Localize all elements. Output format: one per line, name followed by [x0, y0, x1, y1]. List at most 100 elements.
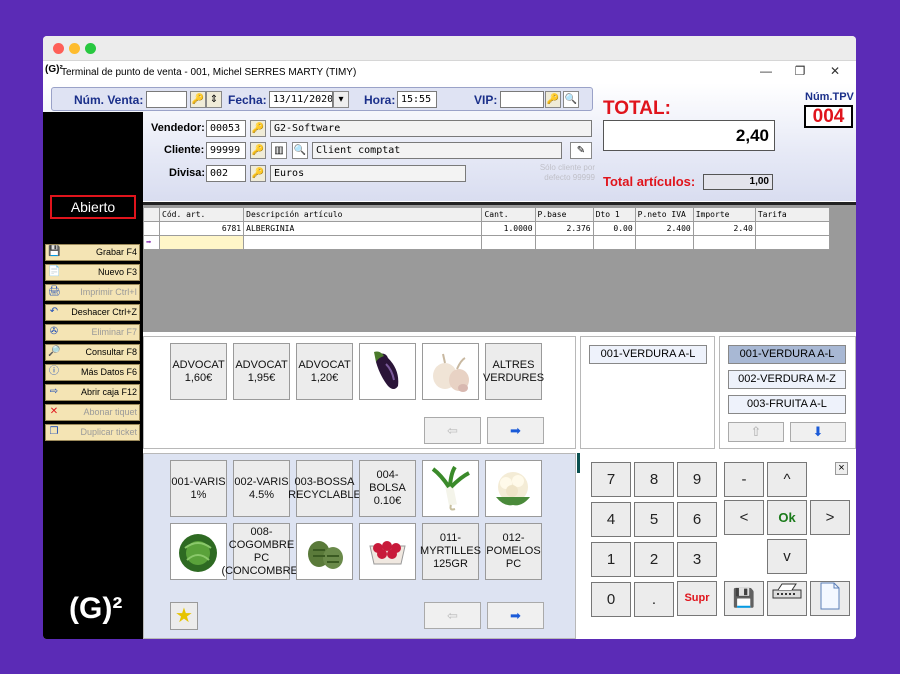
table-cell[interactable]: [754, 221, 831, 236]
edit-pencil-icon[interactable]: ✎: [570, 142, 592, 159]
table-cell[interactable]: [634, 235, 694, 250]
table-row[interactable]: 6781 ALBERGINIA 1.0000 2.376 0.00 2.400 2.40: [142, 221, 831, 236]
right-key[interactable]: >: [810, 500, 850, 535]
family-item[interactable]: 003-FRUITA A-L: [728, 395, 846, 414]
product-button[interactable]: [359, 343, 416, 400]
next-page-button-2[interactable]: ➡: [487, 602, 544, 629]
num-venta-input[interactable]: [146, 91, 187, 108]
sidebar-button-5[interactable]: 🔎 Consultar F8: [45, 344, 140, 361]
selected-family-item[interactable]: 001-VERDURA A-L: [589, 345, 707, 364]
family-item[interactable]: 002-VERDURA M-Z: [728, 370, 846, 389]
prev-page-button[interactable]: ⇦: [424, 417, 481, 444]
maximize-button[interactable]: ❐: [790, 64, 810, 78]
mac-zoom-dot[interactable]: [85, 43, 96, 54]
table-cell[interactable]: 2.40: [692, 221, 756, 236]
table-cell[interactable]: [243, 235, 483, 250]
supr-key[interactable]: Supr: [677, 581, 717, 616]
ok-key[interactable]: Ok: [767, 500, 807, 535]
key-icon[interactable]: 🔑: [250, 120, 266, 137]
table-cell[interactable]: 2.376: [534, 221, 594, 236]
sidebar-button-3[interactable]: ↶ Deshacer Ctrl+Z: [45, 304, 140, 321]
vip-input[interactable]: [500, 91, 544, 108]
sidebar-button-7[interactable]: ⇨ Abrir caja F12: [45, 384, 140, 401]
product-button[interactable]: [170, 523, 227, 580]
favorites-star-icon[interactable]: ★: [170, 602, 198, 630]
product-button[interactable]: ALTRES VERDURES: [483, 343, 544, 400]
product-button[interactable]: [422, 460, 479, 517]
table-cell[interactable]: 1.0000: [481, 221, 536, 236]
sidebar-button-4[interactable]: ✇ Eliminar F7: [45, 324, 140, 341]
column-header[interactable]: Cant.: [481, 207, 536, 222]
next-page-button[interactable]: ➡: [487, 417, 544, 444]
table-cell[interactable]: [534, 235, 594, 250]
minus-key[interactable]: -: [724, 462, 764, 497]
sidebar-button-6[interactable]: ⓘ Más Datos F6: [45, 364, 140, 381]
digit-key-5[interactable]: 5: [634, 502, 674, 537]
sidebar-button-0[interactable]: 💾 Grabar F4: [45, 244, 140, 261]
close-button[interactable]: ✕: [825, 64, 845, 78]
product-button[interactable]: 001-VARIS 1%: [170, 460, 227, 517]
column-header[interactable]: P.neto IVA: [634, 207, 694, 222]
vendedor-code-input[interactable]: 00053: [206, 120, 246, 137]
table-cell[interactable]: [592, 235, 636, 250]
printer-icon[interactable]: [767, 581, 807, 616]
digit-key-1[interactable]: 1: [591, 542, 631, 577]
search-icon[interactable]: 🔍: [563, 91, 579, 108]
mac-minimize-dot[interactable]: [69, 43, 80, 54]
save-floppy-icon[interactable]: 💾: [724, 581, 764, 616]
new-document-icon[interactable]: [810, 581, 850, 616]
product-button[interactable]: [485, 460, 542, 517]
product-button[interactable]: 012-POMELOS PC: [485, 523, 542, 580]
product-button[interactable]: 003-BOSSA RECYCLABLE: [288, 460, 361, 517]
product-button[interactable]: [296, 523, 353, 580]
key-icon[interactable]: 🔑: [545, 91, 561, 108]
key-icon[interactable]: 🔑: [250, 142, 266, 159]
table-cell[interactable]: [692, 235, 756, 250]
column-header[interactable]: Importe: [692, 207, 756, 222]
family-item[interactable]: 001-VERDURA A-L: [728, 345, 846, 364]
sidebar-button-8[interactable]: ✕ Abonar tiquet: [45, 404, 140, 421]
keypad-close-icon[interactable]: ×: [835, 462, 848, 475]
updown-icon[interactable]: ⇕: [206, 91, 222, 108]
fecha-input[interactable]: 13/11/2020: [269, 91, 333, 108]
product-button[interactable]: ADVOCAT 1,60€: [170, 343, 227, 400]
cliente-code-input[interactable]: 99999: [206, 142, 246, 159]
minimize-button[interactable]: —: [756, 64, 776, 78]
digit-key-.[interactable]: .: [634, 582, 674, 617]
sidebar-button-2[interactable]: 🖨 Imprimir Ctrl+I: [45, 284, 140, 301]
product-button[interactable]: 011-MYRTILLES 125GR: [420, 523, 481, 580]
product-button[interactable]: [359, 523, 416, 580]
down-key[interactable]: v: [767, 539, 807, 574]
digit-key-9[interactable]: 9: [677, 462, 717, 497]
table-cell[interactable]: [754, 235, 831, 250]
digit-key-7[interactable]: 7: [591, 462, 631, 497]
search-icon[interactable]: 🔍: [292, 142, 308, 159]
table-cell[interactable]: 6781: [159, 221, 245, 236]
barcode-icon[interactable]: ▥: [271, 142, 287, 159]
families-down-button[interactable]: ⬇: [790, 422, 846, 442]
digit-key-6[interactable]: 6: [677, 502, 717, 537]
key-icon[interactable]: 🔑: [250, 165, 266, 182]
table-cell[interactable]: ALBERGINIA: [243, 221, 483, 236]
column-header[interactable]: P.base: [534, 207, 594, 222]
digit-key-2[interactable]: 2: [634, 542, 674, 577]
digit-key-8[interactable]: 8: [634, 462, 674, 497]
families-up-button[interactable]: ⇧: [728, 422, 784, 442]
product-button[interactable]: [422, 343, 479, 400]
product-button[interactable]: ADVOCAT 1,20€: [296, 343, 353, 400]
product-button[interactable]: ADVOCAT 1,95€: [233, 343, 290, 400]
column-header[interactable]: Descripción artículo: [243, 207, 483, 222]
sidebar-button-1[interactable]: 📄 Nuevo F3: [45, 264, 140, 281]
key-icon[interactable]: 🔑: [190, 91, 206, 108]
digit-key-0[interactable]: 0: [591, 582, 631, 617]
left-key[interactable]: <: [724, 500, 764, 535]
product-button[interactable]: 004-BOLSA 0.10€: [359, 460, 416, 517]
product-button[interactable]: 008-COGOMBRE PC (CONCOMBRE): [221, 523, 302, 580]
product-button[interactable]: 002-VARIS 4.5%: [233, 460, 290, 517]
new-code-cell[interactable]: [159, 235, 244, 250]
mac-close-dot[interactable]: [53, 43, 64, 54]
up-key[interactable]: ^: [767, 462, 807, 497]
table-cell[interactable]: 0.00: [592, 221, 636, 236]
hora-input[interactable]: 15:55: [397, 91, 437, 108]
prev-page-button-2[interactable]: ⇦: [424, 602, 481, 629]
